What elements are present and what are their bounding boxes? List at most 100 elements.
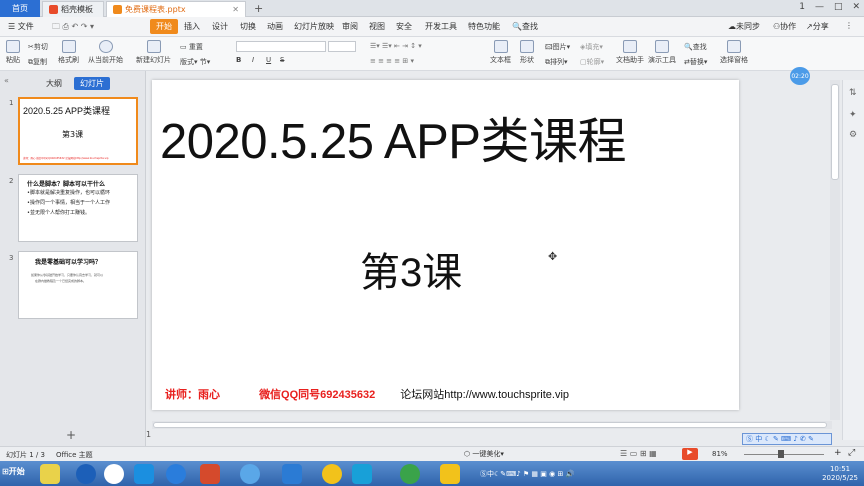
vertical-scroll-thumb[interactable]: [831, 84, 839, 180]
fill-button[interactable]: ◈填充▾: [580, 42, 603, 52]
beautify-button[interactable]: ⬡ 一键美化▾: [464, 449, 504, 459]
settings-icon[interactable]: ⚙: [849, 130, 857, 140]
layout-label: 版式: [180, 58, 194, 66]
arrange-button[interactable]: ⧉排列▾: [545, 57, 568, 67]
menu-slideshow[interactable]: 幻灯片放映: [294, 21, 334, 32]
layout-button[interactable]: 版式▾ 节▾: [180, 57, 210, 67]
zoom-slider[interactable]: [744, 454, 824, 455]
textbox-button[interactable]: 文本框: [490, 40, 511, 65]
list-buttons[interactable]: ☰▾ ☰▾ ⇤ ⇥ ↕ ▾: [370, 42, 422, 50]
doc-helper-button[interactable]: 文档助手: [616, 40, 644, 65]
slide-thumbnail-2[interactable]: 什么是脚本？脚本可以干什么 •脚本就是解决重复操作，也可以循环 •操作同一个事情…: [18, 174, 138, 242]
strikethrough-button[interactable]: S: [280, 56, 284, 64]
play-from-current-button[interactable]: 从当前开始: [88, 40, 123, 65]
wps-icon[interactable]: [200, 464, 220, 484]
shape-button[interactable]: 形状: [520, 40, 534, 65]
menu-start[interactable]: 开始: [150, 19, 178, 34]
font-name-select[interactable]: [236, 41, 326, 52]
underline-button[interactable]: U: [266, 56, 271, 64]
menu-view[interactable]: 视图: [369, 21, 385, 32]
view-buttons[interactable]: ☰ ▭ ⊞ ▦: [620, 449, 657, 458]
system-clock[interactable]: 10:51 2020/5/25: [822, 465, 858, 483]
add-slide-button[interactable]: +: [66, 428, 76, 442]
slide-thumbnail-1[interactable]: 2020.5.25 APP类课程 第3课 讲师：雨心 微信QQ同号6924356…: [18, 97, 138, 165]
share-button[interactable]: ↗分享: [806, 21, 829, 32]
tab-document[interactable]: 免费课程表.pptx ✕: [106, 1, 246, 17]
outline-button[interactable]: ▢轮廓▾: [580, 57, 604, 67]
recorder-icon[interactable]: [322, 464, 342, 484]
compass-icon[interactable]: [400, 464, 420, 484]
folder-icon[interactable]: [440, 464, 460, 484]
app-k-icon[interactable]: [76, 464, 96, 484]
menu-transition[interactable]: 切换: [240, 21, 256, 32]
zoom-in-button[interactable]: +: [834, 448, 842, 458]
menu-file-label: 文件: [17, 22, 34, 31]
close-tab-icon[interactable]: ✕: [232, 5, 239, 14]
new-slide-button[interactable]: 新建幻灯片: [136, 40, 171, 65]
shape-label: 形状: [520, 56, 534, 64]
app-5-icon[interactable]: [134, 464, 154, 484]
menu-special[interactable]: 特色功能: [468, 21, 500, 32]
paste-button[interactable]: 粘贴: [6, 40, 20, 65]
select-pane-button[interactable]: 选择窗格: [720, 40, 748, 65]
start-button[interactable]: ⊞开始: [2, 466, 25, 477]
menu-design[interactable]: 设计: [212, 21, 228, 32]
tab-home[interactable]: 首页: [0, 0, 40, 17]
explorer-icon[interactable]: [40, 464, 60, 484]
present-tool-button[interactable]: 演示工具: [648, 40, 676, 65]
align-buttons[interactable]: ≡ ≡ ≡ ≡ ⊞ ▾: [370, 57, 414, 65]
property-icon[interactable]: ⇅: [849, 88, 857, 98]
play-icon[interactable]: ▶: [682, 448, 698, 460]
more-icon[interactable]: ⋮: [845, 21, 853, 30]
app-t-icon[interactable]: [352, 464, 372, 484]
reset-button[interactable]: ▭ 重置: [180, 42, 203, 52]
menu-security[interactable]: 安全: [396, 21, 412, 32]
font-size-select[interactable]: [328, 41, 356, 52]
bold-button[interactable]: B: [236, 56, 241, 64]
timer-badge[interactable]: 02:20: [790, 67, 810, 85]
format-painter-button[interactable]: 格式刷: [58, 40, 79, 65]
tab-slides[interactable]: 幻灯片: [74, 77, 110, 90]
copy-button[interactable]: ⧉复制: [28, 57, 47, 67]
menu-animation[interactable]: 动画: [267, 21, 283, 32]
media-icon[interactable]: [104, 464, 124, 484]
sync-status[interactable]: ☁未同步: [728, 21, 760, 32]
tab-template[interactable]: 稻壳模板: [42, 1, 104, 17]
theme-name: Office 主题: [56, 451, 93, 459]
slide-canvas[interactable]: 2020.5.25 APP类课程 第3课 讲师：雨心 微信QQ同号6924356…: [152, 80, 739, 410]
tab-outline[interactable]: 大纲: [40, 77, 68, 90]
collab-button[interactable]: ⚇协作: [773, 21, 796, 32]
menu-developer[interactable]: 开发工具: [425, 21, 457, 32]
replace-button[interactable]: ⇄替换▾: [684, 57, 707, 67]
slide-thumbnail-3[interactable]: 我是零基础可以学习吗？ 如果你从零基础开始学习，只要你认真去学习，就可以 在群内…: [18, 251, 138, 319]
slide-subtitle[interactable]: 第3课: [360, 240, 462, 298]
menu-file[interactable]: ☰ 文件: [8, 21, 34, 32]
cut-button[interactable]: ✂剪切: [28, 42, 48, 52]
slide-title[interactable]: 2020.5.25 APP类课程: [160, 102, 626, 173]
tray-icons[interactable]: Ⓢ中☾✎⌨♪ ⚑ ▦ ▣ ◉ ⊞ 🔊: [480, 469, 574, 479]
close-button[interactable]: ✕: [852, 2, 860, 12]
zoom-slider-handle[interactable]: [778, 450, 784, 458]
network-icon[interactable]: [240, 464, 260, 484]
magic-icon[interactable]: ✦: [849, 110, 857, 120]
menu-search[interactable]: 🔍查找: [512, 21, 538, 32]
cloud-icon: ☁: [728, 22, 736, 31]
horizontal-scroll-thumb[interactable]: [153, 422, 827, 428]
collapse-panel-icon[interactable]: «: [4, 76, 9, 85]
new-tab-button[interactable]: +: [254, 2, 263, 15]
ime-toolbar[interactable]: Ⓢ 中 ☾ ✎ ⌨ ♪ ✆ ✎: [742, 433, 832, 445]
slide-footer[interactable]: 讲师：雨心 微信QQ同号692435632 论坛网站http://www.tou…: [165, 386, 569, 402]
app-iu-icon[interactable]: [282, 464, 302, 484]
italic-button[interactable]: I: [252, 56, 254, 64]
ie-icon[interactable]: [166, 464, 186, 484]
find-button[interactable]: 🔍查找: [684, 42, 707, 52]
picture-button[interactable]: 🖾图片▾: [545, 42, 570, 54]
thumb-number: 1: [9, 99, 14, 107]
present-tool-icon: [655, 40, 669, 53]
maximize-button[interactable]: □: [834, 2, 843, 12]
minimize-button[interactable]: —: [815, 2, 824, 12]
menu-review[interactable]: 审阅: [342, 21, 358, 32]
fit-window-icon[interactable]: ⤢: [848, 448, 855, 458]
menu-insert[interactable]: 插入: [184, 21, 200, 32]
quick-access-icons[interactable]: 🗀 ⎙ ↶ ↷ ▾: [52, 21, 94, 35]
